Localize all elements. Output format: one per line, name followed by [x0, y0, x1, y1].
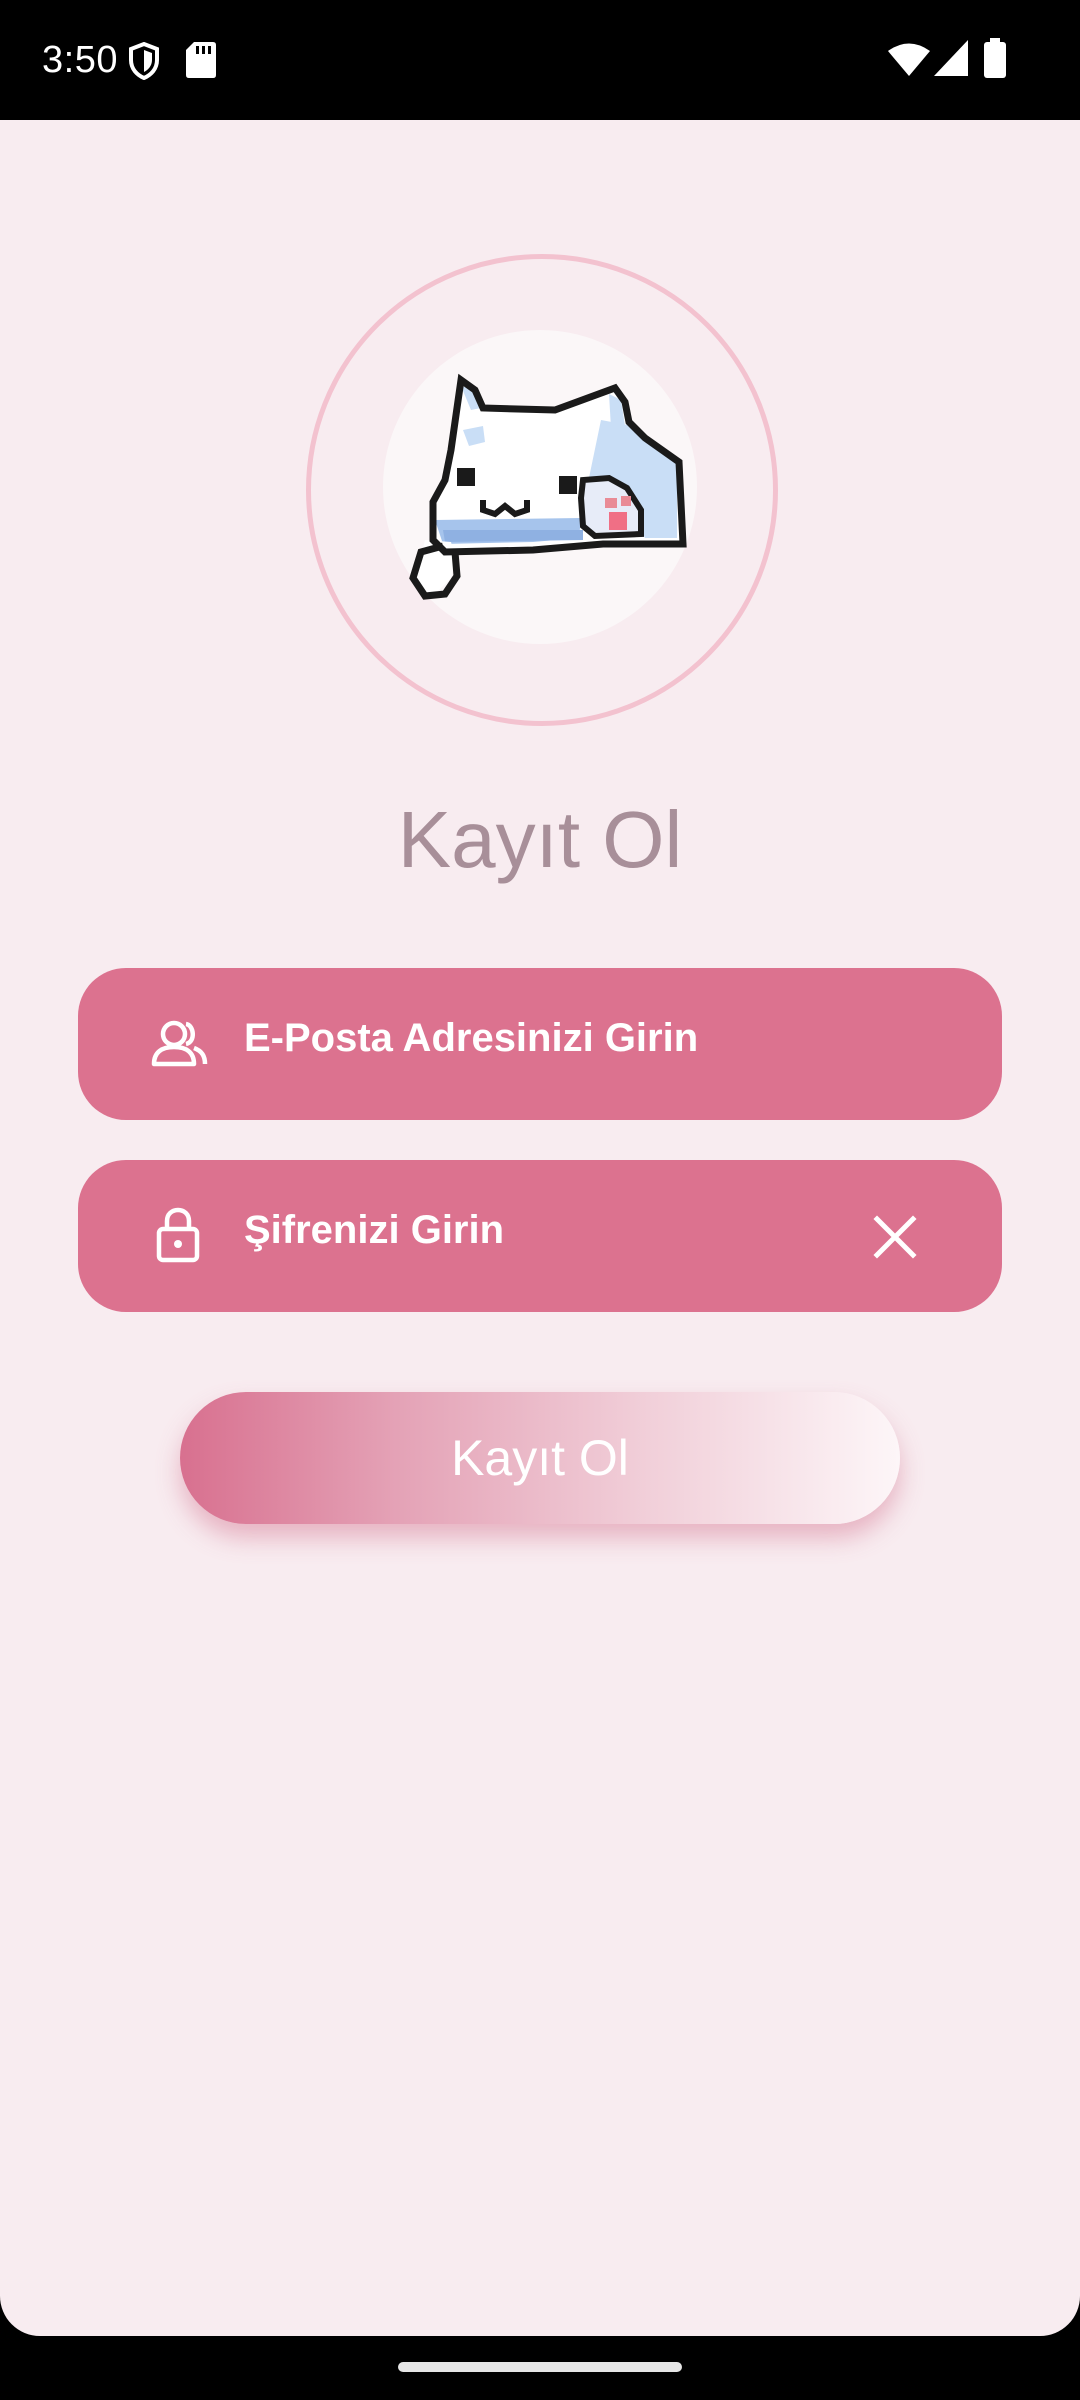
home-gesture-bar[interactable] [398, 2362, 682, 2372]
page-title: Kayıt Ol [397, 795, 683, 884]
lock-icon [156, 1207, 200, 1263]
register-screen: Kayıt Ol E-Posta Adresinizi Girin Şifren… [0, 120, 1080, 2336]
signal-icon [934, 40, 968, 76]
sd-card-icon [186, 42, 216, 78]
pixel-cat-icon [409, 373, 687, 600]
wifi-icon [888, 43, 930, 76]
status-time: 3:50 [42, 39, 118, 81]
password-field[interactable]: Şifrenizi Girin [78, 1160, 1002, 1312]
battery-icon [984, 38, 1006, 78]
users-icon [151, 1020, 208, 1067]
status-bar: 3:50 [0, 0, 1080, 120]
shield-icon [129, 42, 159, 80]
close-icon[interactable] [868, 1210, 922, 1264]
email-field[interactable]: E-Posta Adresinizi Girin [78, 968, 1002, 1120]
password-placeholder: Şifrenizi Girin [244, 1208, 505, 1252]
email-placeholder: E-Posta Adresinizi Girin [244, 1016, 699, 1060]
register-button[interactable]: Kayıt Ol [180, 1392, 900, 1524]
